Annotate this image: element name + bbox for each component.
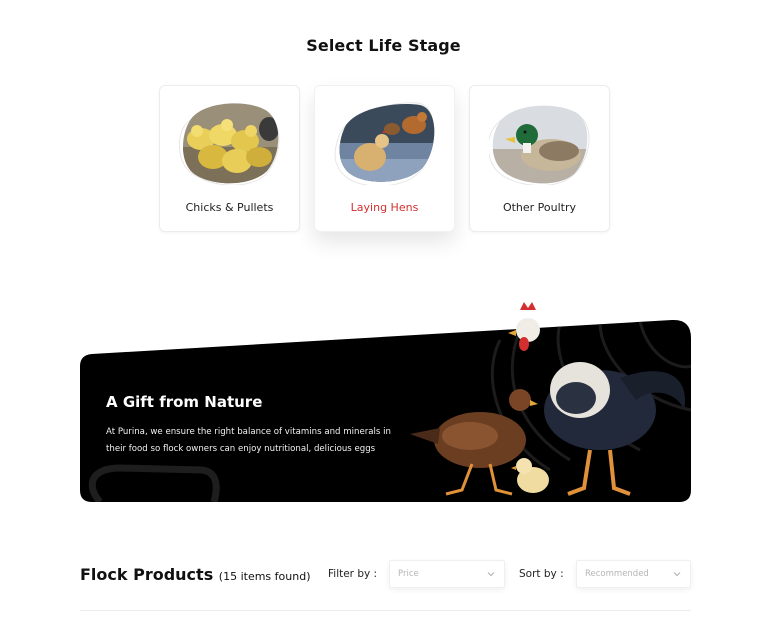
- chevron-down-icon: [673, 572, 681, 577]
- card-label-chicks: Chicks & Pullets: [185, 201, 274, 214]
- banner-title: A Gift from Nature: [106, 393, 263, 411]
- life-stage-card-other-poultry[interactable]: Other Poultry: [469, 85, 610, 232]
- banner-description: At Purina, we ensure the right balance o…: [106, 427, 391, 454]
- sort-select[interactable]: Recommended: [576, 560, 691, 588]
- life-stage-title: Select Life Stage: [306, 36, 461, 55]
- chevron-down-icon: [487, 572, 495, 577]
- hens-image: [334, 99, 436, 187]
- divider: [80, 610, 691, 611]
- life-stage-card-laying-hens[interactable]: Laying Hens: [314, 85, 455, 232]
- filter-label: Filter by :: [328, 568, 378, 580]
- sort-label: Sort by :: [519, 568, 564, 580]
- chicks-image: [179, 99, 281, 186]
- products-title: Flock Products: [80, 565, 214, 584]
- duck-image: [487, 99, 591, 187]
- products-count: (15 items found): [218, 570, 311, 583]
- products-heading: Flock Products (15 items found): [80, 565, 310, 584]
- life-stage-cards: Chicks & Pullets Laying Hens Other Poult…: [159, 85, 612, 233]
- filter-select-value: Price: [398, 569, 419, 579]
- card-label-other-poultry: Other Poultry: [502, 201, 577, 214]
- life-stage-card-chicks[interactable]: Chicks & Pullets: [159, 85, 300, 232]
- card-label-laying-hens: Laying Hens: [350, 201, 419, 214]
- sort-select-value: Recommended: [585, 569, 649, 579]
- filter-select[interactable]: Price: [389, 560, 505, 588]
